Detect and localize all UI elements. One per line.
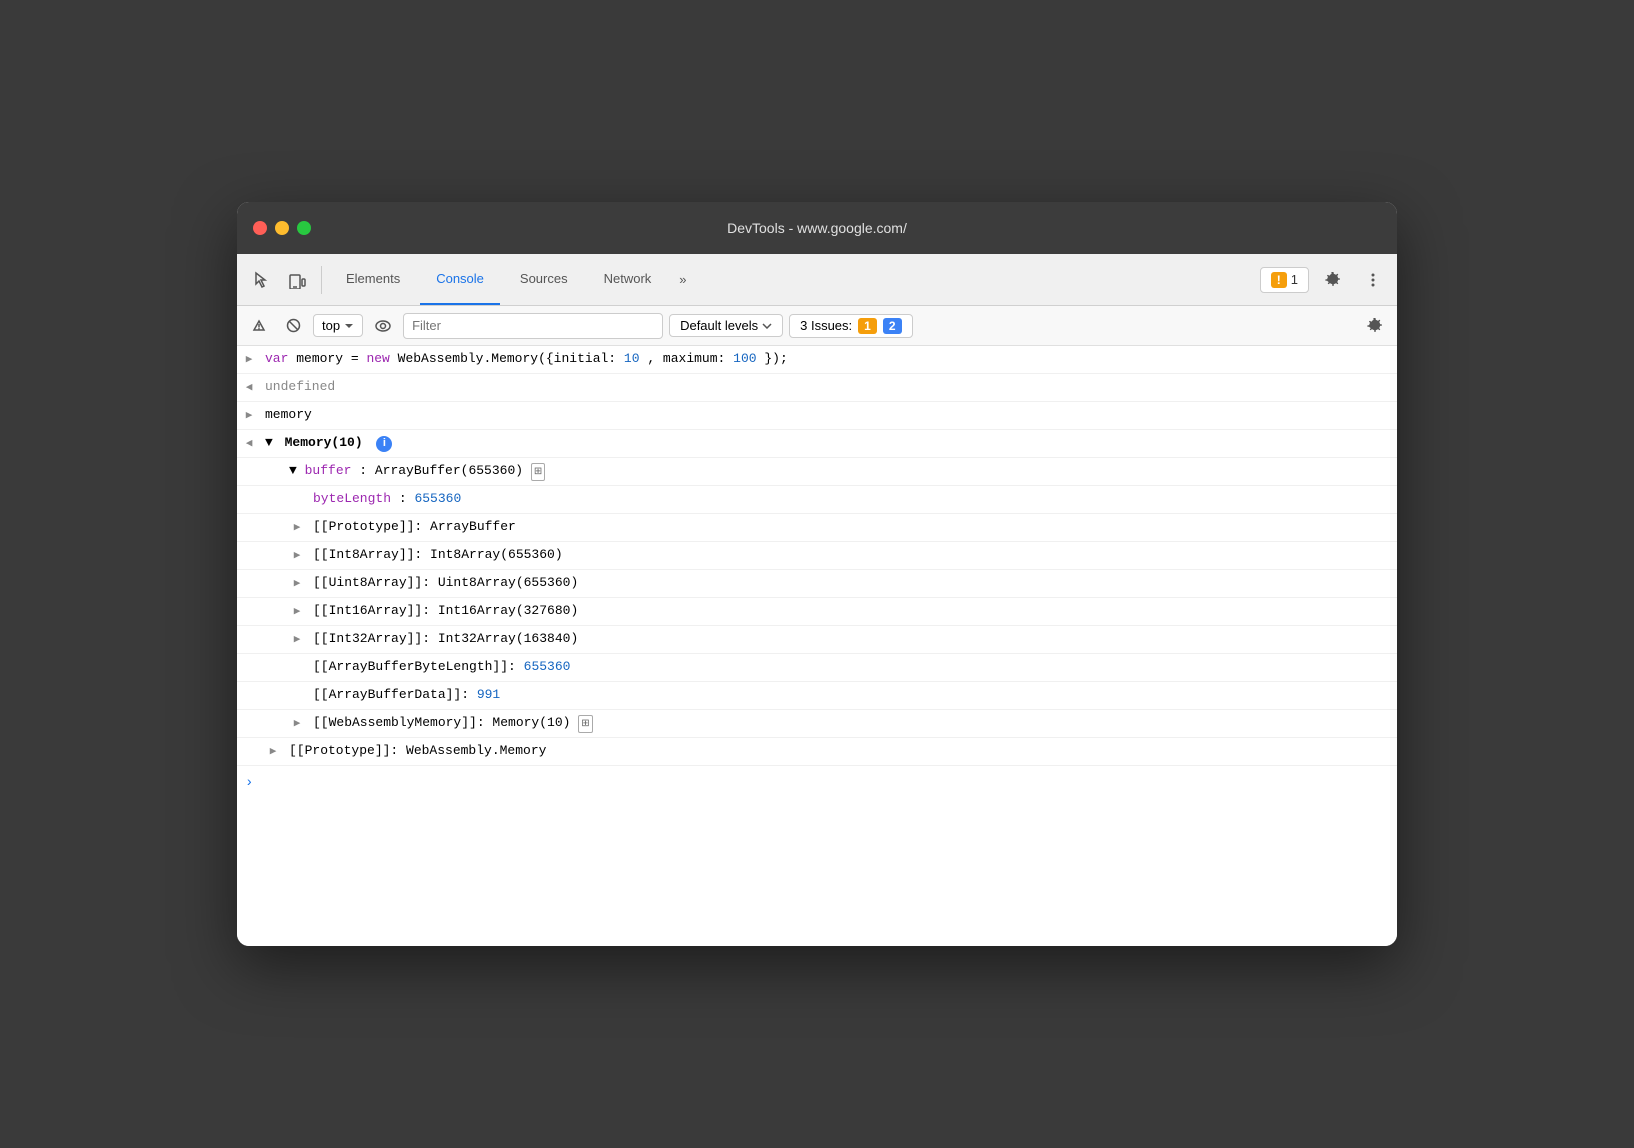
- issues-count-label: 1: [1291, 272, 1298, 287]
- console-line-content-9: [[Uint8Array]]: Uint8Array(655360): [309, 573, 1389, 594]
- titlebar: DevTools - www.google.com/: [237, 202, 1397, 254]
- expand-arrow-15[interactable]: ▶: [261, 741, 285, 762]
- issues-warn-badge: 1: [858, 318, 877, 334]
- level-label: Default levels: [680, 318, 758, 333]
- issues-text: 3 Issues:: [800, 318, 852, 333]
- expand-arrow-7[interactable]: ▶: [285, 517, 309, 538]
- console-line-8: ▶ [[Int8Array]]: Int8Array(655360): [237, 542, 1397, 570]
- console-line-content-1: var memory = new WebAssembly.Memory({ini…: [261, 349, 1389, 370]
- eye-icon-button[interactable]: [369, 312, 397, 340]
- console-line-content-13: [[ArrayBufferData]]: 991: [309, 685, 1389, 706]
- console-line-content-4: ▼ Memory(10) i: [261, 433, 1389, 454]
- cursor-line[interactable]: ›: [237, 766, 1397, 800]
- cursor-icon[interactable]: [245, 264, 277, 296]
- console-line-content-14: [[WebAssemblyMemory]]: Memory(10) ⊞: [309, 713, 1389, 734]
- console-settings-button[interactable]: [1361, 312, 1389, 340]
- tab-network[interactable]: Network: [588, 254, 668, 305]
- settings-button[interactable]: [1317, 264, 1349, 296]
- expand-arrow-3[interactable]: ▶: [237, 405, 261, 426]
- console-line-6: byteLength : 655360: [237, 486, 1397, 514]
- level-select[interactable]: Default levels: [669, 314, 783, 337]
- console-toolbar: top Default levels 3 Issues: 1 2: [237, 306, 1397, 346]
- expand-arrow-8[interactable]: ▶: [285, 545, 309, 566]
- expand-arrow-10[interactable]: ▶: [285, 601, 309, 622]
- context-value: top: [322, 318, 340, 333]
- console-line-content-2: undefined: [261, 377, 1389, 398]
- expand-arrow-5[interactable]: [261, 461, 285, 464]
- clear-console-button[interactable]: [245, 312, 273, 340]
- filter-input[interactable]: [403, 313, 663, 339]
- console-line-content-15: [[Prototype]]: WebAssembly.Memory: [285, 741, 1389, 762]
- console-content: ▶ var memory = new WebAssembly.Memory({i…: [237, 346, 1397, 946]
- memory-icon: ⊞: [531, 463, 545, 481]
- info-badge[interactable]: i: [376, 436, 392, 452]
- expand-arrow-11[interactable]: ▶: [285, 629, 309, 650]
- console-line-4: ◀ ▼ Memory(10) i: [237, 430, 1397, 458]
- kw-new: new: [366, 351, 389, 366]
- console-line-15: ▶ [[Prototype]]: WebAssembly.Memory: [237, 738, 1397, 766]
- toolbar-right: ! 1: [1260, 264, 1389, 296]
- console-line-5: ▼ buffer : ArrayBuffer(655360) ⊞: [237, 458, 1397, 486]
- issues-badge[interactable]: ! 1: [1260, 267, 1309, 293]
- block-icon-button[interactable]: [279, 312, 307, 340]
- console-line-11: ▶ [[Int32Array]]: Int32Array(163840): [237, 626, 1397, 654]
- expand-arrow-14[interactable]: ▶: [285, 713, 309, 734]
- close-button[interactable]: [253, 221, 267, 235]
- console-line-content-12: [[ArrayBufferByteLength]]: 655360: [309, 657, 1389, 678]
- console-line-12: [[ArrayBufferByteLength]]: 655360: [237, 654, 1397, 682]
- console-line-14: ▶ [[WebAssemblyMemory]]: Memory(10) ⊞: [237, 710, 1397, 738]
- console-line-content-6: byteLength : 655360: [309, 489, 1389, 510]
- console-line-content-3: memory: [261, 405, 1389, 426]
- toolbar-divider: [321, 266, 322, 294]
- console-line-9: ▶ [[Uint8Array]]: Uint8Array(655360): [237, 570, 1397, 598]
- issues-info-badge: 2: [883, 318, 902, 334]
- device-icon[interactable]: [281, 264, 313, 296]
- tab-sources[interactable]: Sources: [504, 254, 584, 305]
- maximize-button[interactable]: [297, 221, 311, 235]
- console-line-content-5: ▼ buffer : ArrayBuffer(655360) ⊞: [285, 461, 1389, 482]
- kw-var: var: [265, 351, 288, 366]
- console-line-13: [[ArrayBufferData]]: 991: [237, 682, 1397, 710]
- expand-arrow-1[interactable]: ▶: [237, 349, 261, 370]
- tab-console[interactable]: Console: [420, 254, 500, 305]
- devtools-window: DevTools - www.google.com/ Elements Cons…: [237, 202, 1397, 946]
- tab-elements[interactable]: Elements: [330, 254, 416, 305]
- context-select[interactable]: top: [313, 314, 363, 337]
- expand-arrow-9[interactable]: ▶: [285, 573, 309, 594]
- memory-icon-2: ⊞: [578, 715, 592, 733]
- console-line-content-8: [[Int8Array]]: Int8Array(655360): [309, 545, 1389, 566]
- console-line-content-10: [[Int16Array]]: Int16Array(327680): [309, 601, 1389, 622]
- console-line-content-11: [[Int32Array]]: Int32Array(163840): [309, 629, 1389, 650]
- minimize-button[interactable]: [275, 221, 289, 235]
- console-line-content-7: [[Prototype]]: ArrayBuffer: [309, 517, 1389, 538]
- warn-count: !: [1271, 272, 1287, 288]
- cursor-prompt: ›: [245, 772, 253, 794]
- console-line-7: ▶ [[Prototype]]: ArrayBuffer: [237, 514, 1397, 542]
- back-arrow-2: ◀: [237, 377, 261, 398]
- more-options-button[interactable]: [1357, 264, 1389, 296]
- console-line-1: ▶ var memory = new WebAssembly.Memory({i…: [237, 346, 1397, 374]
- console-line-3: ▶ memory: [237, 402, 1397, 430]
- issues-count-bar[interactable]: 3 Issues: 1 2: [789, 314, 912, 338]
- window-title: DevTools - www.google.com/: [727, 220, 907, 236]
- main-toolbar: Elements Console Sources Network » ! 1: [237, 254, 1397, 306]
- more-tabs-button[interactable]: »: [671, 268, 694, 291]
- console-line-10: ▶ [[Int16Array]]: Int16Array(327680): [237, 598, 1397, 626]
- traffic-lights: [253, 221, 311, 235]
- back-arrow-4: ◀: [237, 433, 261, 454]
- console-line-2: ◀ undefined: [237, 374, 1397, 402]
